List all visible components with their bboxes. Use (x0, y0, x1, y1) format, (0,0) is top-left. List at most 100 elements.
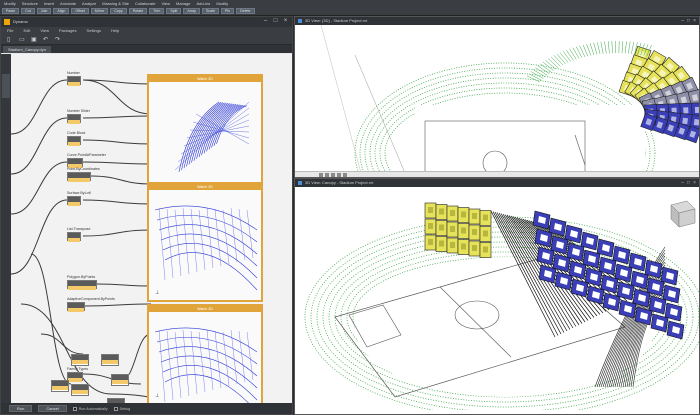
close-icon[interactable]: × (693, 17, 696, 25)
cancel-button[interactable]: Cancel (38, 405, 67, 412)
ribbon-tool-button[interactable]: Scale (201, 8, 219, 14)
scale-icon[interactable] (319, 173, 323, 177)
menu-item[interactable]: View (40, 27, 49, 35)
graph-node[interactable] (67, 302, 85, 312)
graph-node[interactable] (101, 354, 119, 366)
preview-rib (230, 329, 238, 385)
save-icon[interactable]: ▣ (31, 37, 37, 43)
watch-3d-node[interactable]: Watch 3D (147, 74, 263, 194)
menu-item[interactable]: Edit (23, 27, 30, 35)
ribbon-tab[interactable]: View (161, 1, 170, 7)
checkbox-box[interactable] (113, 406, 118, 411)
ribbon-tab[interactable]: Modify (216, 1, 228, 7)
ribbon-tool-button[interactable]: Paste (2, 8, 20, 14)
visual-style-icon[interactable] (331, 173, 335, 177)
node-caption: Family Types (67, 367, 89, 371)
stadium-3d-model-bottom[interactable] (295, 187, 700, 410)
menu-item[interactable]: Settings (87, 27, 101, 35)
graph-node[interactable] (71, 384, 89, 396)
ribbon-tool-button[interactable]: Trim (149, 8, 165, 14)
watch-3d-preview[interactable]: ⊥ (149, 190, 261, 300)
shadows-icon[interactable] (343, 173, 347, 177)
graph-node[interactable] (71, 354, 89, 366)
menu-item[interactable]: Help (111, 27, 119, 35)
graph-node[interactable] (67, 114, 81, 124)
ribbon-tool-button[interactable]: Delete (236, 8, 255, 14)
detail-level-icon[interactable] (325, 173, 329, 177)
close-icon[interactable]: × (282, 18, 289, 25)
ribbon-tool-button[interactable]: Copy (110, 8, 127, 14)
graph-node[interactable] (51, 380, 69, 392)
maximize-icon[interactable]: □ (687, 17, 690, 25)
open-file-icon[interactable]: ▭ (19, 37, 25, 43)
run-button[interactable]: Run (9, 405, 33, 412)
watch-3d-node[interactable]: Watch 3D ⊥ (147, 304, 263, 405)
revit-view-bottom[interactable]: 3D View: Canopy - Stadium Project.rvt – … (294, 178, 700, 415)
ribbon-tab[interactable]: Analyze (82, 1, 96, 7)
graph-canvas[interactable]: Number Number Slider Code Block Curve.Point… (11, 54, 292, 405)
preview-rib (206, 207, 214, 269)
ribbon-tab[interactable]: Insert (44, 1, 54, 7)
close-icon[interactable]: × (693, 179, 696, 187)
ribbon-tool-button[interactable]: Mirror (90, 8, 109, 14)
graph-node[interactable] (67, 372, 83, 382)
ribbon-tab[interactable]: Modify (4, 1, 16, 7)
ribbon-tab[interactable]: Annotate (60, 1, 76, 7)
graph-node[interactable] (67, 196, 81, 206)
watch-3d-preview[interactable]: ⊥ (149, 312, 261, 403)
panel-opening (439, 224, 444, 231)
preview-curve (181, 101, 222, 171)
dynamo-toolbar: ▯ ▭ ▣ ↶ ↷ (1, 35, 292, 45)
ribbon-tab[interactable]: Manage (176, 1, 190, 7)
menu-item[interactable]: Packages (59, 27, 77, 35)
graph-node[interactable] (67, 136, 81, 146)
ribbon-tab[interactable]: Add-Ins (197, 1, 211, 7)
graph-node[interactable] (67, 232, 81, 242)
preview-curve (180, 113, 250, 155)
sun-path-icon[interactable] (337, 173, 341, 177)
tab-workspace[interactable]: Stadium_Canopy.dyn (3, 46, 51, 53)
ribbon-tools: Paste Cut Join Align Offset Mirror Copy Rotate T… (2, 8, 255, 15)
library-toggle-button[interactable] (2, 74, 10, 98)
graph-node[interactable] (67, 172, 91, 182)
watch-3d-preview[interactable] (149, 82, 261, 192)
watch-3d-node[interactable]: Watch 3D ⊥ (147, 182, 263, 302)
ribbon-tab[interactable]: Massing & Site (102, 1, 129, 7)
run-automatically-checkbox[interactable]: Run Automatically (72, 406, 108, 411)
panel-opening (428, 223, 433, 229)
ribbon-tool-button[interactable]: Offset (71, 8, 89, 14)
minimize-icon[interactable]: – (262, 18, 269, 25)
graph-node[interactable] (111, 374, 129, 386)
ribbon-tool-button[interactable]: Join (36, 8, 52, 14)
ribbon-tool-button[interactable]: Pin (220, 8, 235, 14)
checkbox-box[interactable] (72, 406, 77, 411)
minimize-icon[interactable]: – (681, 179, 684, 187)
ribbon-tool-button[interactable]: Split (166, 8, 182, 14)
graph-node[interactable] (67, 158, 83, 168)
node-port-strip (72, 360, 88, 364)
view-window-controls: – □ × (681, 17, 696, 25)
view-title: 3D View: Canopy - Stadium Project.rvt (305, 180, 374, 185)
preview-rib (166, 330, 174, 401)
undo-icon[interactable]: ↶ (43, 37, 49, 43)
library-strip (1, 54, 11, 405)
node-caption: Curve.PointAtParameter (67, 153, 106, 157)
menu-item[interactable]: File (7, 27, 13, 35)
ribbon-tool-button[interactable]: Cut (21, 8, 35, 14)
redo-icon[interactable]: ↷ (55, 37, 61, 43)
ribbon-tab[interactable]: Collaborate (135, 1, 155, 7)
ribbon-tab[interactable]: Structure (22, 1, 38, 7)
stadium-3d-model-top[interactable] (295, 25, 700, 173)
ribbon-tool-button[interactable]: Array (183, 8, 200, 14)
revit-view-top[interactable]: 3D View: {3D} - Stadium Project.rvt – □ … (294, 16, 700, 178)
maximize-icon[interactable]: □ (687, 179, 690, 187)
graph-node[interactable] (67, 280, 97, 290)
graph-node[interactable] (67, 76, 81, 86)
maximize-icon[interactable]: □ (272, 18, 279, 25)
ribbon-tool-button[interactable]: Align (53, 8, 70, 14)
debug-checkbox[interactable]: Debug (113, 406, 130, 411)
new-file-icon[interactable]: ▯ (7, 37, 13, 43)
ribbon-tabs: Modify Structure Insert Annotate Analyze Mass… (4, 1, 228, 7)
ribbon-tool-button[interactable]: Rotate (128, 8, 148, 14)
minimize-icon[interactable]: – (681, 17, 684, 25)
